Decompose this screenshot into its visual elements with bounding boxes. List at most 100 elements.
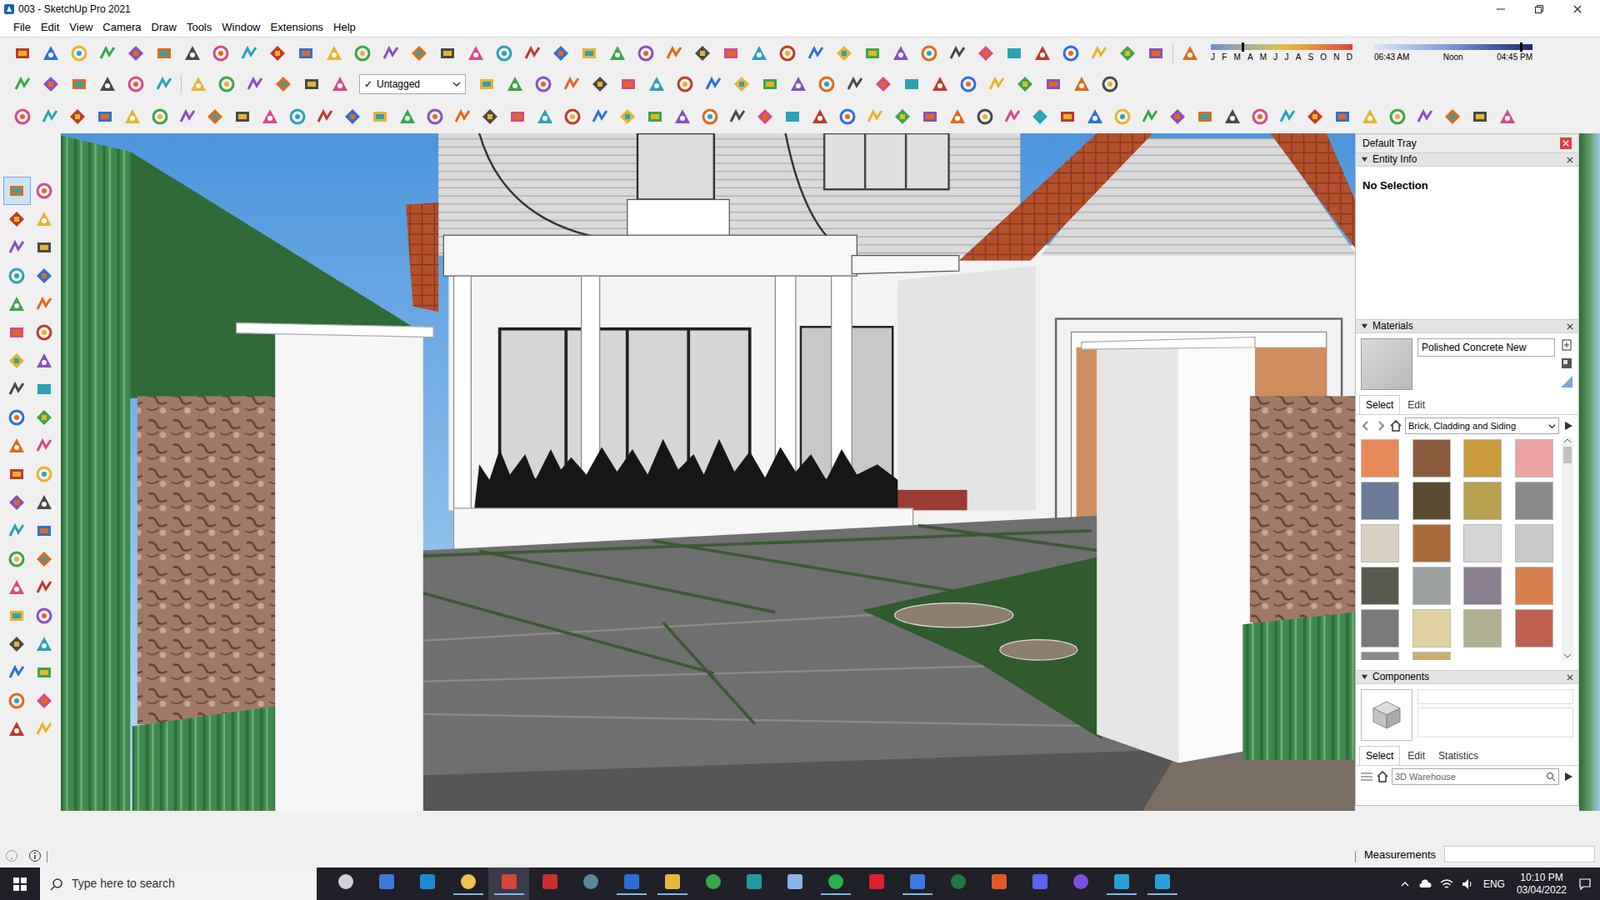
tool-icon[interactable]	[325, 44, 344, 63]
tool-icon[interactable]	[343, 107, 362, 126]
tool-button[interactable]	[3, 658, 31, 687]
tool-icon[interactable]	[1015, 75, 1035, 94]
taskbar-app[interactable]	[1019, 867, 1060, 900]
tool-icon[interactable]	[893, 107, 912, 126]
tool-icon[interactable]	[35, 635, 54, 654]
toolbar-button[interactable]	[897, 71, 926, 97]
tool-icon[interactable]	[1180, 44, 1200, 63]
tool-icon[interactable]	[1030, 107, 1050, 126]
tool-icon[interactable]	[783, 107, 802, 126]
time-slider-thumb[interactable]	[1520, 42, 1523, 52]
taskbar-app[interactable]	[978, 867, 1020, 900]
tool-icon[interactable]	[260, 107, 280, 126]
toolbar-button[interactable]	[320, 40, 349, 66]
tool-icon[interactable]	[551, 44, 570, 63]
toolbar-button[interactable]	[310, 104, 339, 130]
material-swatch[interactable]	[1360, 439, 1400, 478]
toolbar-button[interactable]	[970, 104, 999, 130]
tool-icon[interactable]	[1360, 107, 1380, 126]
tool-icon[interactable]	[920, 44, 939, 63]
tool-icon[interactable]	[874, 75, 893, 94]
tool-icon[interactable]	[675, 75, 695, 94]
tool-button[interactable]	[30, 346, 59, 375]
tool-icon[interactable]	[505, 75, 525, 94]
component-search-field[interactable]: 3D Warehouse	[1391, 768, 1560, 785]
toolbar-button[interactable]	[745, 40, 774, 66]
tool-icon[interactable]	[35, 465, 54, 484]
tool-icon[interactable]	[1195, 107, 1215, 126]
time-slider-track[interactable]	[1374, 44, 1533, 50]
toolbar-button[interactable]	[65, 40, 94, 66]
toolbar-button[interactable]	[1067, 71, 1096, 97]
tab[interactable]: Select	[1359, 395, 1400, 415]
tool-icon[interactable]	[590, 107, 610, 126]
tool-icon[interactable]	[1146, 44, 1165, 63]
material-swatch[interactable]	[1412, 609, 1451, 648]
tool-button[interactable]	[30, 290, 59, 319]
tool-icon[interactable]	[7, 436, 26, 455]
tool-icon[interactable]	[126, 75, 145, 94]
tool-icon[interactable]	[398, 107, 417, 126]
tool-icon[interactable]	[155, 75, 174, 94]
taskbar-app[interactable]	[365, 867, 407, 900]
tool-icon[interactable]	[728, 107, 747, 126]
menu-item[interactable]: File	[8, 19, 36, 36]
tool-icon[interactable]	[7, 323, 26, 342]
toolbar-button[interactable]	[805, 104, 834, 130]
toolbar-button[interactable]	[915, 104, 944, 130]
tool-icon[interactable]	[7, 578, 26, 597]
tool-icon[interactable]	[245, 75, 265, 94]
home-icon[interactable]	[1390, 420, 1402, 432]
toolbar-button[interactable]	[954, 71, 983, 97]
toolbar-button[interactable]	[695, 104, 724, 130]
tool-icon[interactable]	[466, 44, 485, 63]
tool-icon[interactable]	[35, 181, 54, 200]
toolbar-button[interactable]	[503, 104, 531, 130]
toolbar-button[interactable]	[36, 40, 65, 66]
taskbar-app[interactable]	[774, 867, 815, 900]
tool-icon[interactable]	[35, 210, 54, 229]
collapse-icon[interactable]	[1360, 673, 1369, 681]
tool-icon[interactable]	[7, 351, 26, 370]
clock[interactable]: 10:10 PM03/04/2022	[1513, 871, 1570, 897]
tool-icon[interactable]	[35, 578, 54, 597]
tool-icon[interactable]	[590, 75, 610, 94]
toolbar-button[interactable]	[240, 71, 270, 97]
toolbar-button[interactable]	[365, 104, 394, 130]
toolbar-button[interactable]	[1438, 104, 1466, 130]
tool-icon[interactable]	[7, 181, 26, 200]
toolbar-button[interactable]	[716, 40, 745, 66]
toolbar-button[interactable]	[93, 40, 122, 66]
tool-button[interactable]	[30, 233, 59, 262]
minimize-button[interactable]	[1481, 0, 1520, 19]
volume-icon[interactable]	[1461, 878, 1475, 890]
tool-icon[interactable]	[211, 44, 230, 63]
tool-icon[interactable]	[959, 75, 978, 94]
tool-icon[interactable]	[7, 465, 26, 484]
tool-icon[interactable]	[1118, 44, 1137, 63]
toolbar-button[interactable]	[63, 104, 91, 130]
tool-button[interactable]	[3, 601, 31, 630]
toolbar-button[interactable]	[283, 104, 311, 130]
tool-button[interactable]	[30, 403, 59, 432]
tool-button[interactable]	[30, 545, 59, 574]
tool-button[interactable]	[30, 488, 59, 517]
toolbar-button[interactable]	[461, 40, 490, 66]
taskbar-app[interactable]	[815, 867, 856, 900]
toolbar-button[interactable]	[475, 104, 504, 130]
toolbar-button[interactable]	[1410, 104, 1439, 130]
toolbar-button[interactable]	[1300, 104, 1329, 130]
model-viewport[interactable]	[60, 133, 1355, 811]
toolbar-button[interactable]	[121, 40, 150, 66]
toolbar-button[interactable]	[118, 104, 146, 130]
toolbar-button[interactable]	[943, 104, 971, 130]
tool-button[interactable]	[30, 573, 59, 602]
toolbar-button[interactable]	[8, 104, 36, 130]
tool-icon[interactable]	[35, 436, 54, 455]
tool-icon[interactable]	[35, 238, 54, 257]
toolbar-button[interactable]	[1039, 71, 1068, 97]
material-swatch[interactable]	[1412, 481, 1451, 520]
menu-item[interactable]: Extensions	[265, 19, 330, 36]
toolbar-button[interactable]	[1328, 104, 1356, 130]
tool-icon[interactable]	[806, 44, 825, 63]
